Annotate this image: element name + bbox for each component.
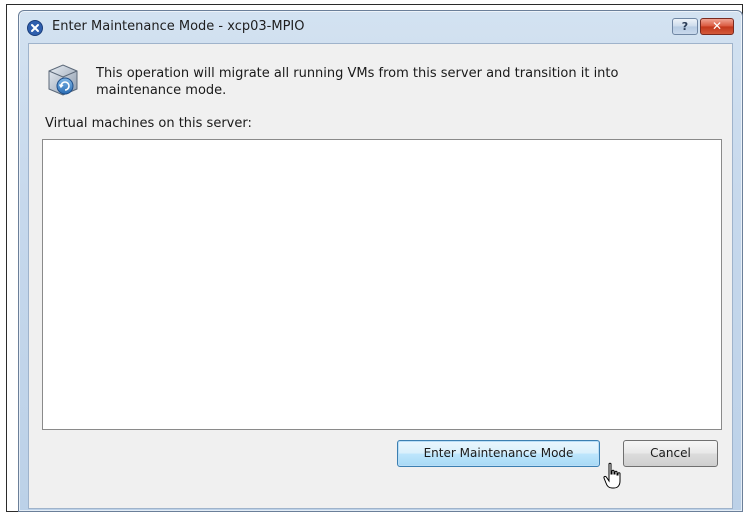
help-button[interactable]: ? <box>672 18 698 35</box>
title-bar[interactable]: Enter Maintenance Mode - xcp03-MPIO ? ✕ <box>19 11 742 43</box>
window-title: Enter Maintenance Mode - xcp03-MPIO <box>52 19 305 34</box>
vm-list[interactable] <box>42 139 722 430</box>
cancel-button[interactable]: Cancel <box>623 440 718 467</box>
dialog-body: This operation will migrate all running … <box>28 43 733 509</box>
server-maintenance-icon <box>45 63 81 97</box>
vm-list-label: Virtual machines on this server: <box>45 116 252 131</box>
dialog-window: Enter Maintenance Mode - xcp03-MPIO ? ✕ <box>18 10 743 512</box>
enter-maintenance-mode-button[interactable]: Enter Maintenance Mode <box>397 440 600 467</box>
operation-message: This operation will migrate all running … <box>96 66 619 98</box>
close-button[interactable]: ✕ <box>700 18 734 35</box>
hand-pointer-icon <box>602 462 624 490</box>
app-icon <box>27 20 43 36</box>
